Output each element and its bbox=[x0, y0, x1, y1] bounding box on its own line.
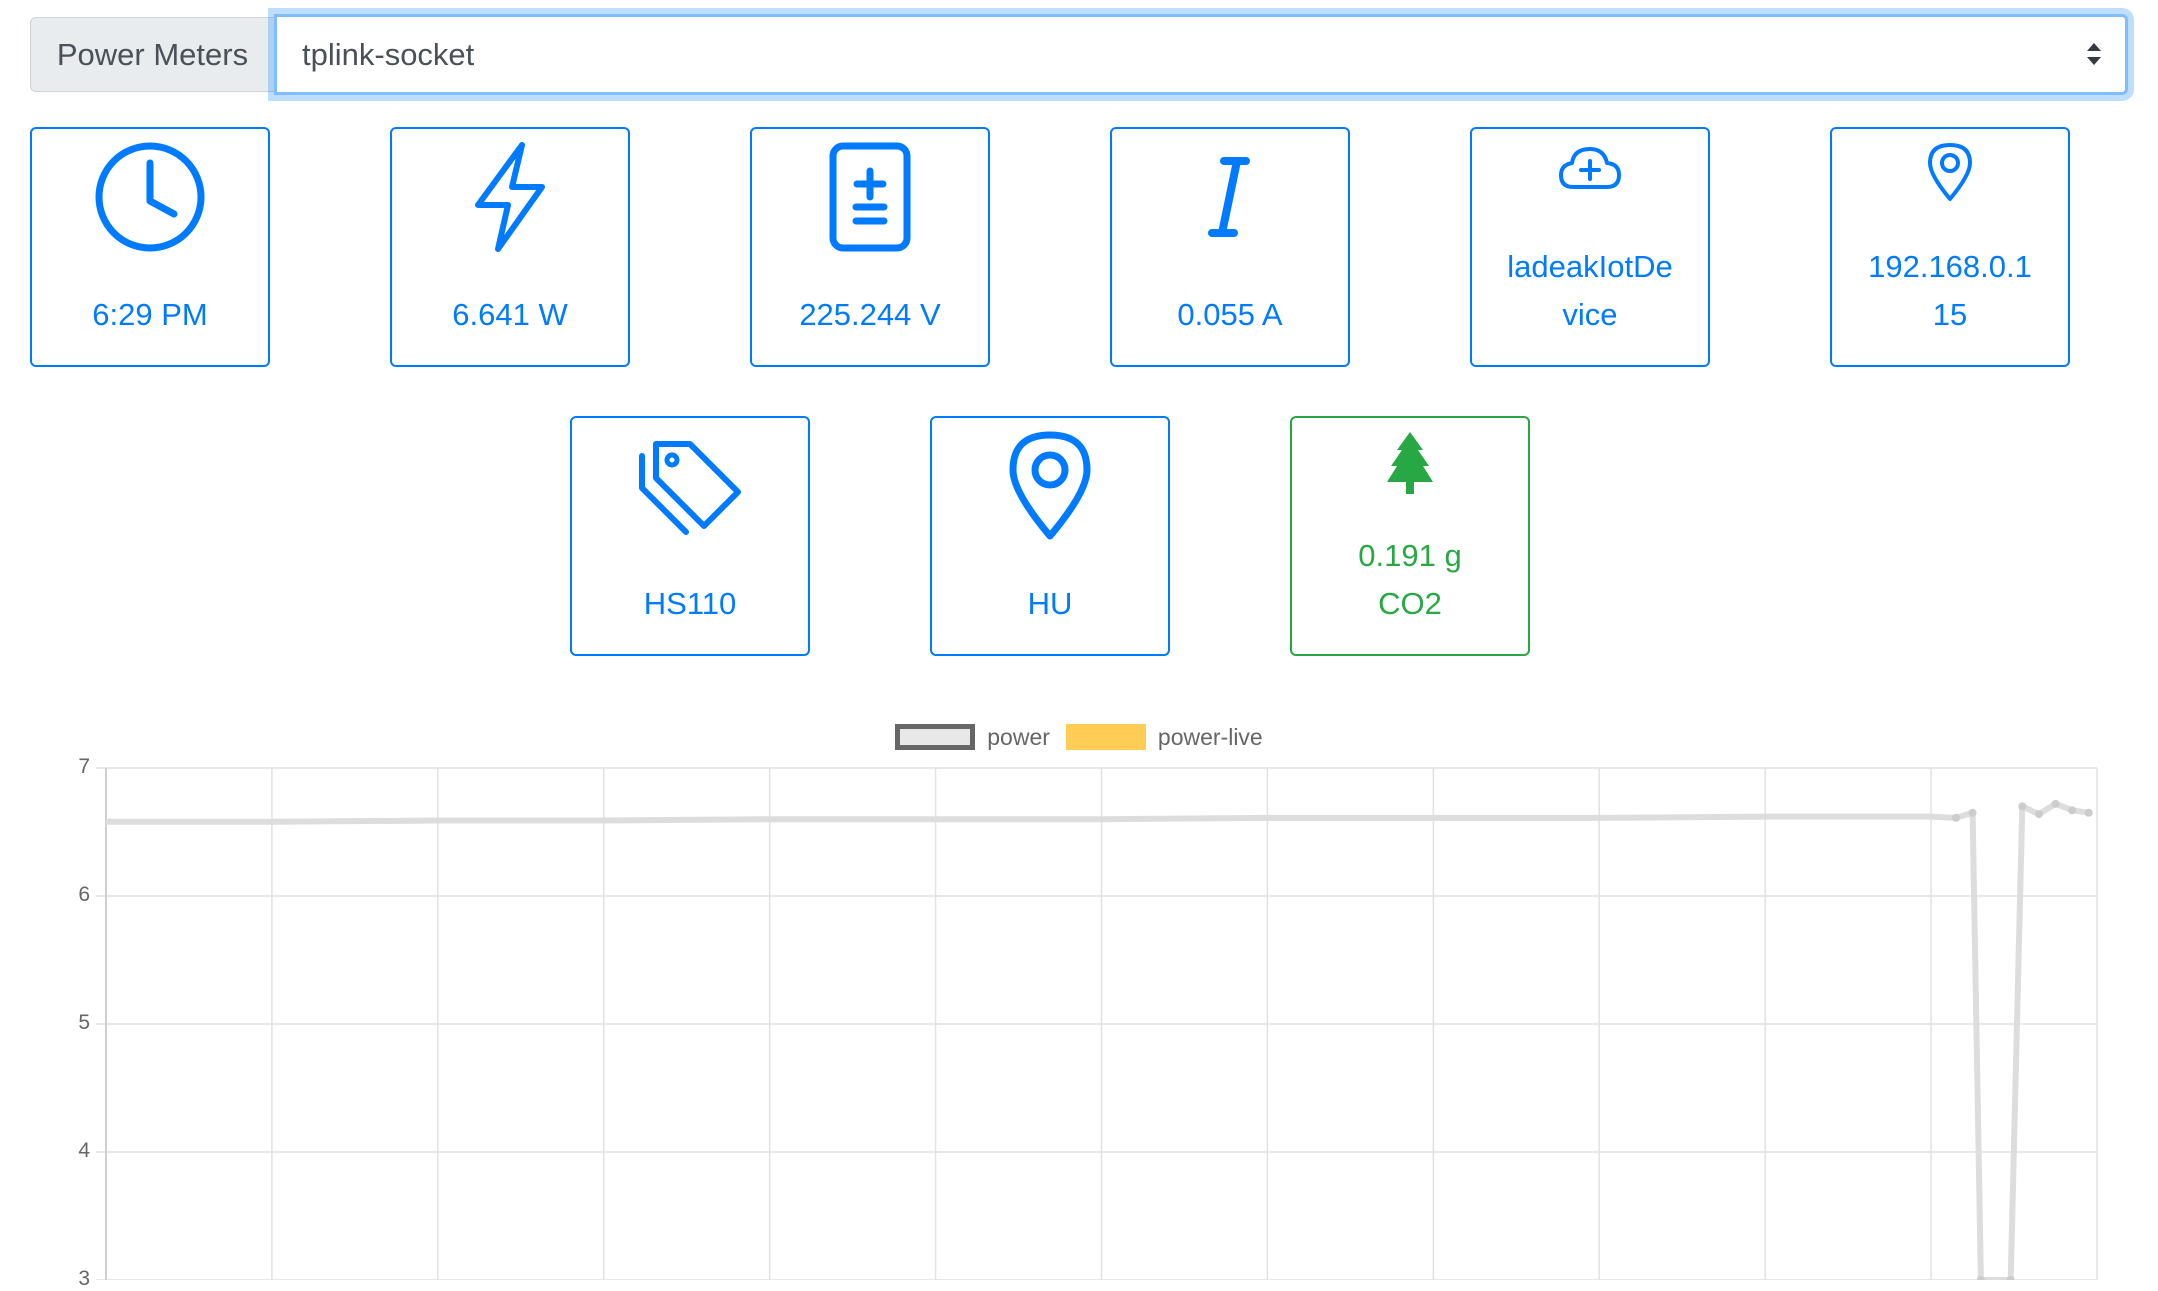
tree-icon bbox=[1387, 432, 1433, 494]
ip-line-2: 15 bbox=[1932, 297, 1968, 332]
map-marker-icon bbox=[1009, 431, 1091, 540]
device-name-line-2: vice bbox=[1562, 297, 1618, 332]
data-point-power bbox=[2006, 1276, 2015, 1280]
clock-icon bbox=[95, 142, 205, 252]
voltage-plus-minus-icon bbox=[829, 142, 911, 252]
series-line-power bbox=[106, 800, 2090, 1280]
data-point-power bbox=[2084, 808, 2093, 817]
metric-value-device: ladeakIotDe vice bbox=[1482, 243, 1698, 339]
metric-tile-model: HS110 bbox=[570, 416, 810, 656]
metric-value-ip: 192.168.0.1 15 bbox=[1842, 243, 2058, 339]
select-caret-icon bbox=[2087, 43, 2101, 65]
metric-value-voltage: 225.244 V bbox=[799, 297, 941, 332]
data-point-power bbox=[1951, 813, 1960, 822]
metric-tile-current: 0.055 A bbox=[1110, 127, 1350, 367]
power-meter-selector-group: Power Meters tplink-socket bbox=[30, 14, 2128, 95]
data-point-power bbox=[1968, 808, 1977, 817]
power-meter-select-value: tplink-socket bbox=[302, 36, 475, 72]
device-name-line-1: ladeakIotDe bbox=[1507, 249, 1673, 284]
y-tick-label: 5 bbox=[78, 1011, 90, 1034]
legend-label-power-live: power-live bbox=[1157, 723, 1263, 750]
metric-tile-time: 6:29 PM bbox=[30, 127, 270, 367]
metric-value-time: 6:29 PM bbox=[92, 297, 208, 332]
legend-swatch-power bbox=[895, 724, 976, 750]
tags-icon bbox=[639, 441, 741, 535]
legend-item-power-live[interactable]: power-live bbox=[1065, 723, 1263, 751]
ip-line-1: 192.168.0.1 bbox=[1868, 249, 2032, 284]
co2-line-1: 0.191 g bbox=[1358, 538, 1462, 573]
current-italic-i-icon bbox=[1208, 157, 1250, 237]
y-tick-label: 3 bbox=[78, 1267, 90, 1290]
data-point-power bbox=[2018, 802, 2027, 811]
metric-tile-co2: 0.191 g CO2 bbox=[1290, 416, 1530, 656]
metric-tile-ip: 192.168.0.1 15 bbox=[1830, 127, 2070, 367]
metric-tile-device: ladeakIotDe vice bbox=[1470, 127, 1710, 367]
data-point-power bbox=[1976, 1276, 1985, 1280]
legend-label-power: power bbox=[987, 723, 1050, 750]
y-tick-label: 6 bbox=[78, 883, 90, 906]
metric-value-model: HS110 bbox=[643, 586, 737, 621]
metric-value-country: HU bbox=[1027, 586, 1073, 621]
metric-tile-voltage: 225.244 V bbox=[750, 127, 990, 367]
cloud-plus-icon bbox=[1559, 147, 1621, 189]
data-point-power bbox=[2051, 799, 2060, 808]
metric-tile-country: HU bbox=[930, 416, 1170, 656]
data-point-power bbox=[2034, 810, 2043, 819]
power-meters-label: Power Meters bbox=[30, 17, 274, 92]
metric-value-current: 0.055 A bbox=[1177, 297, 1283, 332]
metric-value-co2: 0.191 g CO2 bbox=[1302, 532, 1518, 628]
legend-item-power[interactable]: power bbox=[895, 724, 1050, 751]
metric-value-power: 6.641 W bbox=[452, 297, 568, 332]
legend-swatch-power-live bbox=[1065, 724, 1146, 750]
metric-tile-power: 6.641 W bbox=[390, 127, 630, 367]
data-point-power bbox=[2068, 806, 2077, 815]
power-meter-select[interactable]: tplink-socket bbox=[274, 14, 2128, 95]
y-tick-label: 4 bbox=[78, 1139, 90, 1162]
chart-legend: power power-live bbox=[0, 720, 2158, 754]
co2-line-2: CO2 bbox=[1378, 586, 1442, 621]
y-tick-label: 7 bbox=[78, 755, 90, 778]
location-pin-icon bbox=[1928, 143, 1972, 201]
lightning-icon bbox=[475, 142, 545, 252]
